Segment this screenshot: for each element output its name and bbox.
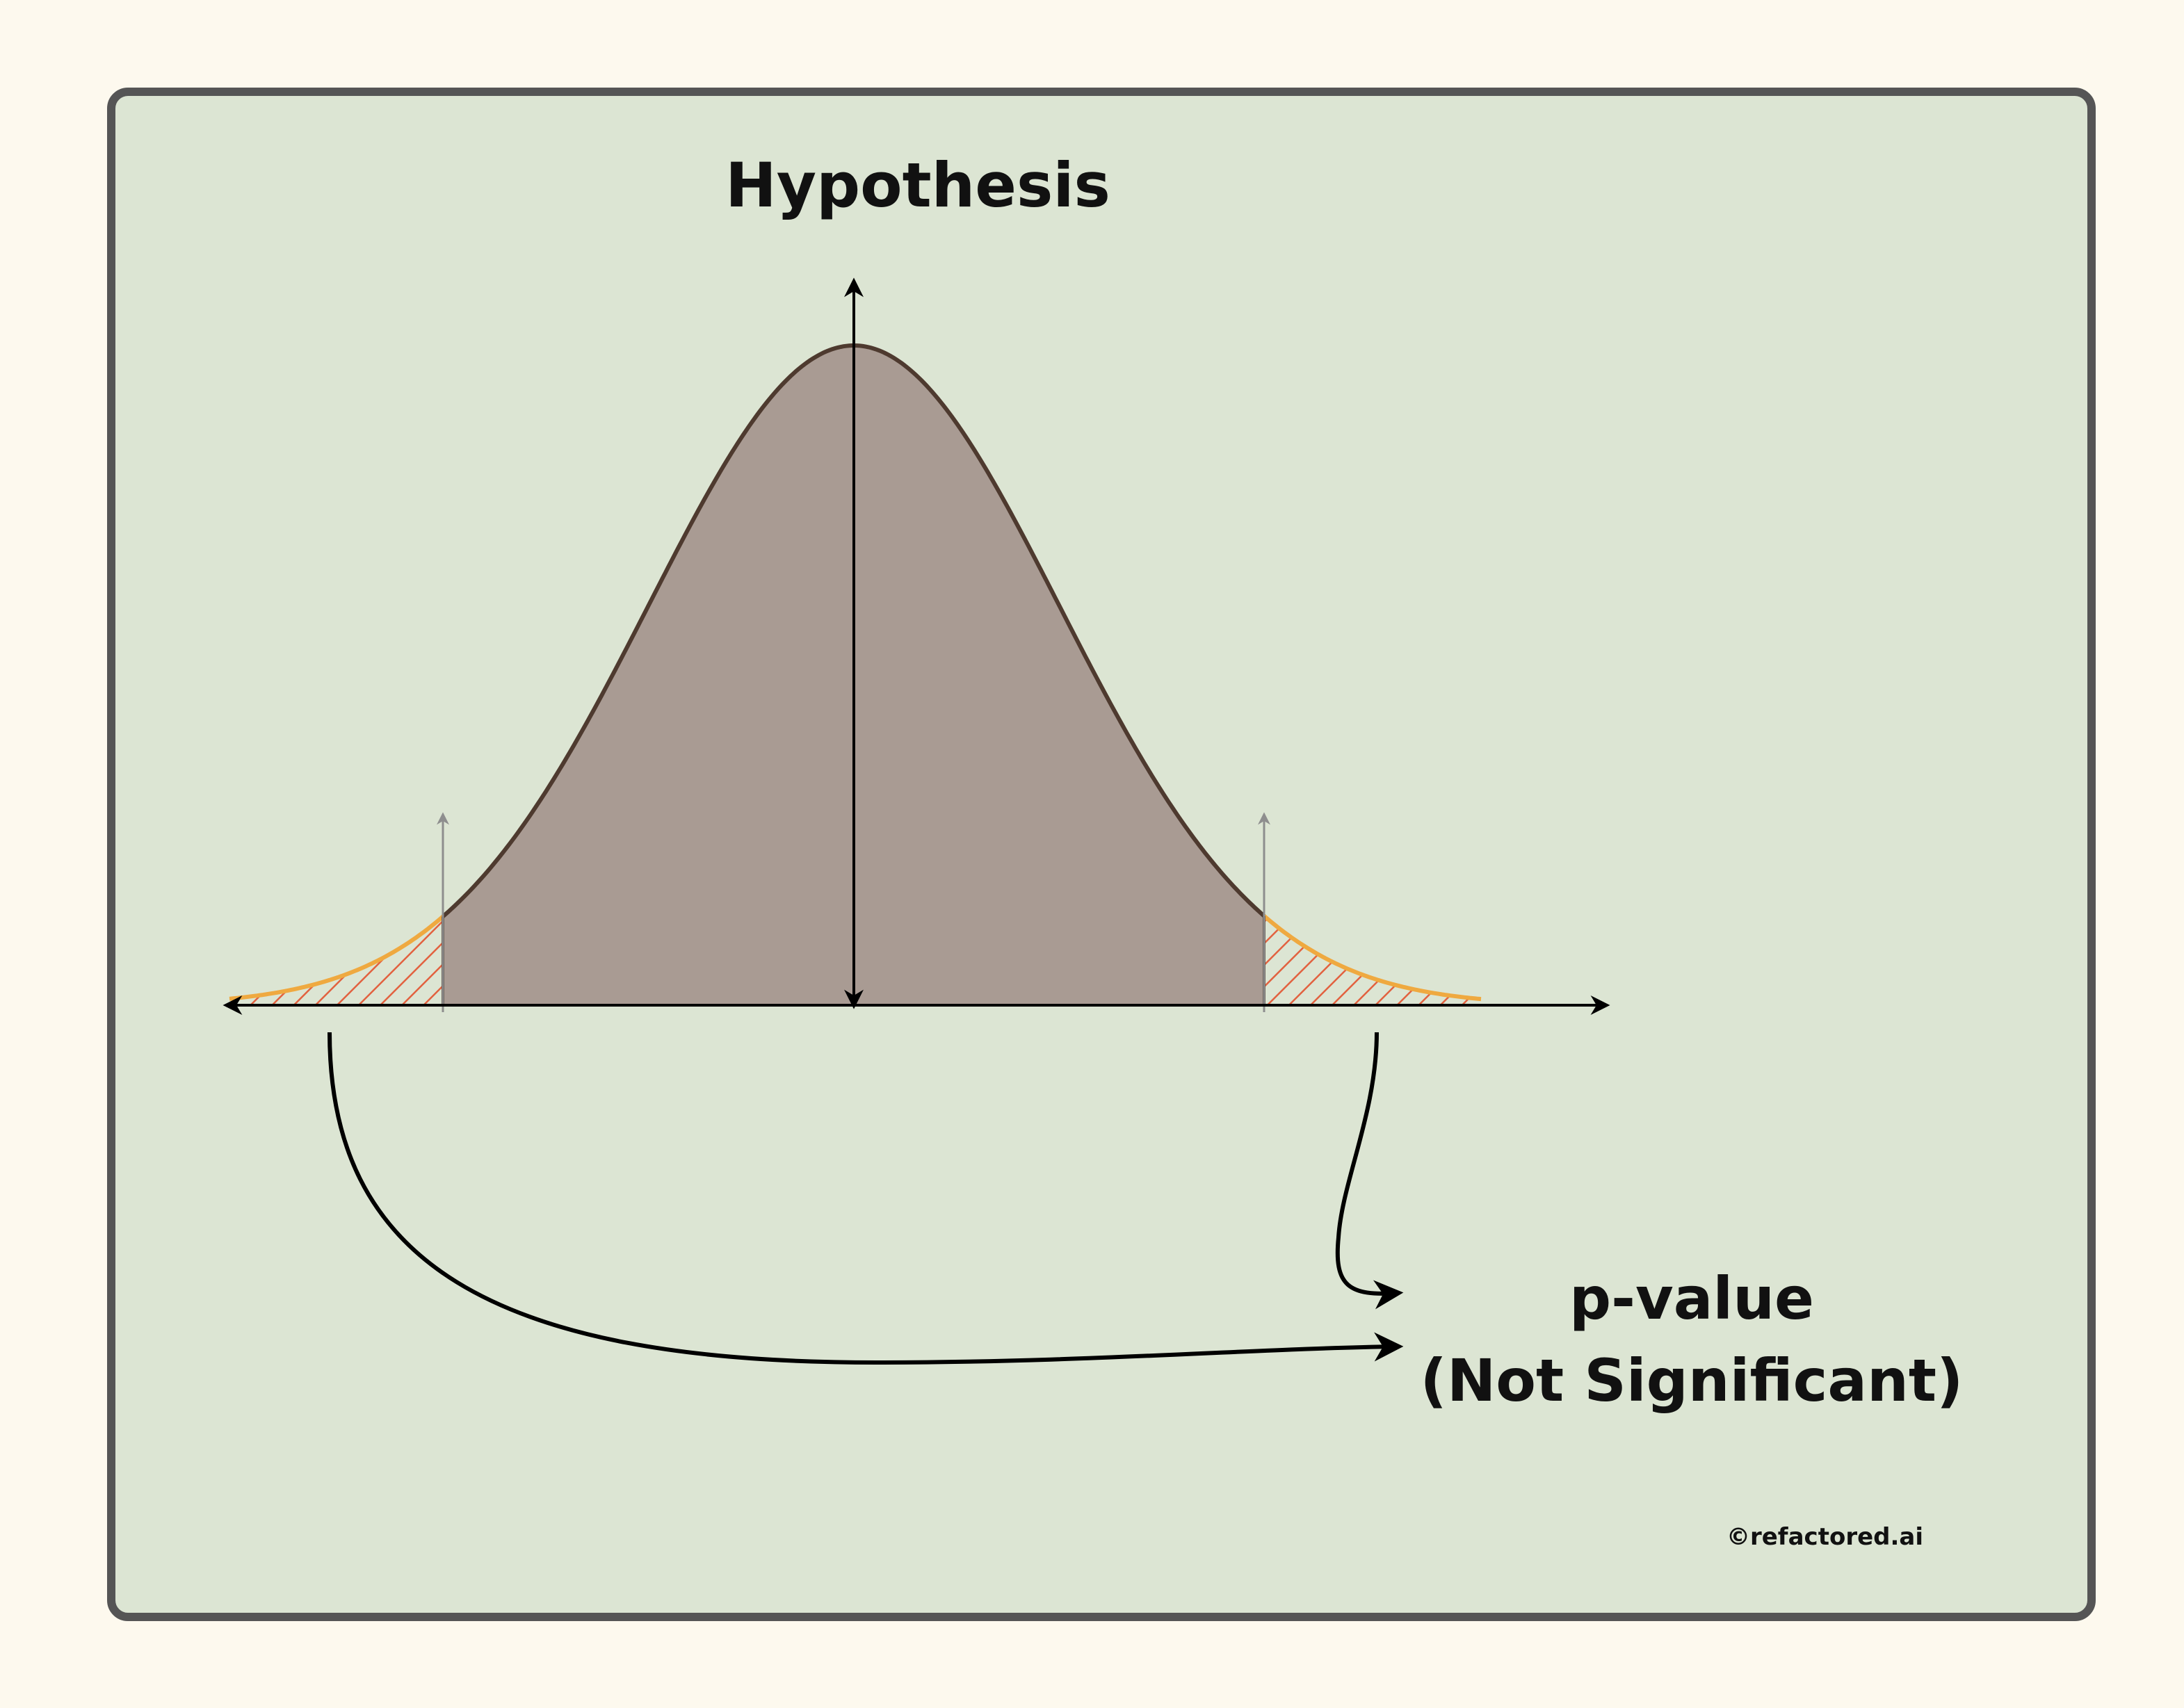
p-value-label: p-value: [1569, 1264, 1814, 1333]
diagram-stage: Hypothesis p-value (Not Significant) ©re…: [0, 0, 2184, 1708]
hypothesis-diagram: Hypothesis p-value (Not Significant) ©re…: [107, 88, 2096, 1621]
credit-text: ©refactored.ai: [1726, 1523, 1923, 1551]
significance-label: (Not Significant): [1421, 1347, 1964, 1415]
diagram-title: Hypothesis: [725, 149, 1110, 221]
